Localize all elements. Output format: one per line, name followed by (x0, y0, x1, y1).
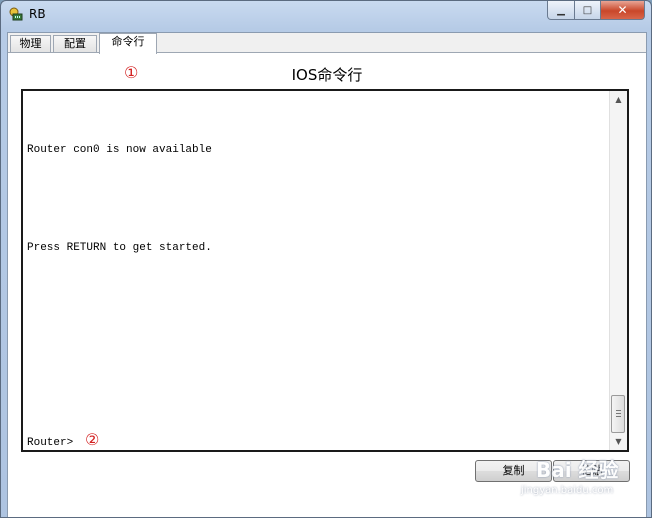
maximize-button[interactable]: □ (575, 1, 601, 20)
application-window: RB ▁ □ ✕ 物理 配置 命令行 ① IOS命令行 Router con0 … (0, 0, 652, 518)
dialog-client-area: 物理 配置 命令行 ① IOS命令行 Router con0 is now av… (7, 32, 647, 517)
scroll-down-arrow-icon[interactable]: ▼ (610, 433, 627, 450)
router-app-icon (9, 7, 23, 21)
tab-cli[interactable]: 命令行 (99, 33, 157, 54)
console-line: Press RETURN to get started. (27, 242, 212, 254)
annotation-marker-2: ② (85, 430, 100, 449)
tab-config[interactable]: 配置 (53, 35, 97, 52)
window-title: RB (29, 7, 46, 21)
close-button[interactable]: ✕ (601, 1, 645, 20)
title-bar[interactable]: RB ▁ □ ✕ (1, 1, 651, 27)
maximize-icon: □ (582, 4, 593, 16)
watermark-logo: Bai 经验 (536, 458, 619, 482)
panel-heading: IOS命令行 (291, 66, 363, 84)
close-icon: ✕ (617, 3, 628, 17)
console-prompt: Router> (27, 437, 74, 449)
minimize-icon: ▁ (557, 4, 565, 16)
console-line: Router con0 is now available (27, 144, 212, 156)
ios-console[interactable]: Router con0 is now available Press RETUR… (21, 89, 629, 452)
minimize-button[interactable]: ▁ (547, 1, 575, 20)
cli-tab-panel: ① IOS命令行 Router con0 is now available Pr… (8, 52, 646, 517)
console-scrollbar[interactable]: ▲ ▼ (609, 91, 627, 450)
scrollbar-thumb[interactable] (611, 395, 625, 433)
window-controls: ▁ □ ✕ (547, 1, 645, 20)
watermark-url: jingyan.baidu.com (521, 485, 614, 496)
scroll-up-arrow-icon[interactable]: ▲ (610, 91, 627, 108)
tab-physical[interactable]: 物理 (10, 35, 51, 52)
